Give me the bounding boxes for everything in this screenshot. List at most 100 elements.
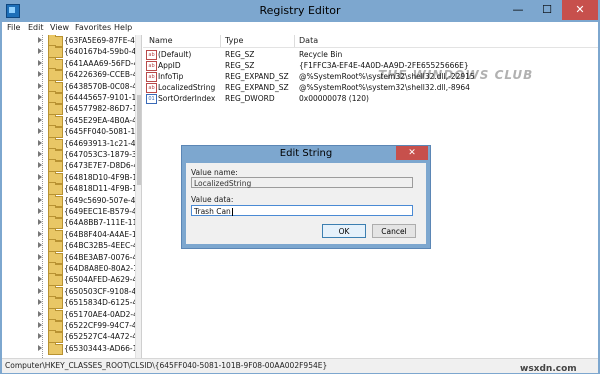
expand-arrow-icon[interactable] (38, 59, 42, 66)
tree-item-label: {652527C4-4A72-4b (64, 332, 142, 342)
menu-view[interactable]: View (50, 23, 69, 32)
maximize-button[interactable]: ☐ (533, 0, 561, 20)
value-row[interactable]: ab (Default) REG_SZ Recycle Bin (143, 49, 598, 60)
tree-item-label: {64693913-1c21-4f3 (64, 138, 142, 148)
menu-help[interactable]: Help (114, 23, 132, 32)
tree-item-label: {6515834D-6125-487 (64, 298, 142, 308)
tree-item[interactable]: {650503CF-9108-4DI (2, 284, 141, 298)
expand-arrow-icon[interactable] (38, 322, 42, 328)
value-row[interactable]: 01 SortOrderIndex REG_DWORD 0x00000078 (120… (143, 93, 598, 104)
tree-item[interactable]: {64B8F404-A4AE-11 (2, 227, 142, 241)
expand-arrow-icon[interactable] (38, 242, 42, 249)
tree-item[interactable]: {645E29EA-4B0A-46 (2, 113, 141, 127)
tree-item[interactable]: {6515834D-6125-487 (2, 296, 142, 310)
tree-item[interactable]: {64818D10-4F9B-11c (2, 170, 141, 184)
close-button[interactable]: ✕ (562, 0, 598, 20)
value-data-label: Value data: (191, 195, 234, 204)
expand-arrow-icon[interactable] (38, 230, 42, 237)
string-value-icon: ab (146, 61, 157, 71)
value-type: REG_SZ (225, 50, 255, 59)
column-separator[interactable] (220, 35, 221, 47)
expand-arrow-icon[interactable] (38, 208, 42, 214)
expand-arrow-icon[interactable] (38, 162, 42, 169)
menu-file[interactable]: File (7, 23, 20, 32)
status-bar: Computer\HKEY_CLASSES_ROOT\CLSID\{645FF0… (2, 358, 598, 373)
tree-item-label: {64445657-9101-11d (64, 93, 142, 102)
tree-item[interactable]: {652527C4-4A72-4b (2, 330, 142, 344)
menu-edit[interactable]: Edit (28, 23, 44, 32)
tree-item[interactable]: {6522CF99-94C7-49 (2, 319, 142, 332)
column-header-data[interactable]: Data (299, 36, 318, 45)
value-name: InfoTip (158, 72, 184, 81)
value-name: (Default) (158, 50, 192, 59)
tree-item[interactable]: {64577982-86D7-11c (2, 102, 142, 116)
expand-arrow-icon[interactable] (38, 105, 42, 112)
expand-arrow-icon[interactable] (38, 310, 42, 317)
value-data-input[interactable]: Trash Can (191, 205, 413, 216)
expand-arrow-icon[interactable] (38, 151, 42, 157)
tree-item[interactable]: {64818D11-4F9B-11c (2, 182, 141, 196)
expand-arrow-icon[interactable] (38, 344, 42, 351)
dialog-close-button[interactable]: ✕ (396, 146, 428, 160)
tree-item-label: {649EEC1E-B579-4E (64, 207, 142, 216)
expand-arrow-icon[interactable] (38, 287, 42, 294)
expand-arrow-icon[interactable] (38, 219, 42, 226)
cancel-button[interactable]: Cancel (372, 224, 416, 238)
tree-item[interactable]: {649c5690-507e-494 (2, 193, 141, 207)
tree-item-label: {64577982-86D7-11c (64, 104, 142, 114)
expand-arrow-icon[interactable] (38, 94, 42, 100)
tree-item[interactable]: {64226369-CCEB-47 (2, 68, 142, 82)
expand-arrow-icon[interactable] (38, 82, 42, 89)
tree-item[interactable]: {6504AFED-A629-45 (2, 273, 141, 287)
expand-arrow-icon[interactable] (38, 196, 42, 203)
expand-arrow-icon[interactable] (38, 299, 42, 306)
expand-arrow-icon[interactable] (38, 128, 42, 135)
tree-item-label: {64226369-CCEB-47 (64, 70, 142, 80)
tree-item[interactable]: {64BC32B5-4EEC-4d (2, 239, 141, 253)
tree-item[interactable]: {65303443-AD66-11 (2, 341, 141, 355)
tree-item[interactable]: {649EEC1E-B579-4E (2, 205, 142, 218)
expand-arrow-icon[interactable] (38, 37, 42, 43)
tree-item[interactable]: {65170AE4-0AD2-4F (2, 307, 141, 321)
minimize-button[interactable]: — (504, 0, 532, 20)
dialog-body: Value name: LocalizedString Value data: … (186, 163, 426, 244)
tree-item[interactable]: {64445657-9101-11d (2, 91, 142, 104)
tree-item[interactable]: {640167b4-59b0-47a (2, 45, 141, 59)
column-header-name[interactable]: Name (149, 36, 173, 45)
tree-item[interactable]: {63FA5E69-87FE-432 (2, 35, 141, 47)
list-header: Name Type Data (143, 35, 598, 48)
ok-button[interactable]: OK (322, 224, 366, 238)
tree-item[interactable]: {64693913-1c21-4f3 (2, 136, 142, 150)
tree-item[interactable]: {6438570B-0C08-4A (2, 79, 141, 93)
title-bar[interactable]: Registry Editor — ☐ ✕ (0, 0, 600, 22)
menu-favorites[interactable]: Favorites (75, 23, 111, 32)
expand-arrow-icon[interactable] (38, 139, 42, 146)
expand-arrow-icon[interactable] (38, 276, 42, 283)
tree-item[interactable]: {64BE3AB7-0076-4D (2, 250, 141, 264)
tree-scrollbar-thumb[interactable] (137, 95, 141, 185)
tree-item-label: {6522CF99-94C7-49 (64, 321, 142, 330)
expand-arrow-icon[interactable] (38, 185, 42, 192)
expand-arrow-icon[interactable] (38, 333, 42, 340)
tree-item[interactable]: {64A8BB7-111E-11 (2, 216, 141, 230)
tree-item[interactable]: {641AAA69-56FD-40 (2, 56, 141, 70)
expand-arrow-icon[interactable] (38, 173, 42, 180)
column-header-type[interactable]: Type (225, 36, 243, 45)
expand-arrow-icon[interactable] (38, 116, 42, 123)
expand-arrow-icon[interactable] (38, 265, 42, 271)
tree-item-label: {64B8F404-A4AE-11 (64, 229, 142, 239)
tree-item[interactable]: {64D8A8E0-80A2-11 (2, 262, 141, 275)
expand-arrow-icon[interactable] (38, 71, 42, 78)
value-name: LocalizedString (158, 83, 216, 92)
value-data-text: Trash Can (194, 207, 231, 216)
tree-item[interactable]: {6473E7E7-D8D6-49 (2, 159, 141, 173)
tree-scrollbar[interactable] (135, 35, 141, 358)
value-row[interactable]: ab LocalizedString REG_EXPAND_SZ @%SystemRo… (143, 82, 598, 93)
dialog-title[interactable]: Edit String (182, 148, 430, 159)
column-separator[interactable] (294, 35, 295, 47)
tree-item[interactable]: {645FF040-5081-101 (2, 125, 141, 139)
expand-arrow-icon[interactable] (38, 253, 42, 260)
value-type: REG_EXPAND_SZ (225, 83, 289, 92)
tree-item[interactable]: {647053C3-1879-34E (2, 148, 141, 161)
expand-arrow-icon[interactable] (38, 48, 42, 55)
